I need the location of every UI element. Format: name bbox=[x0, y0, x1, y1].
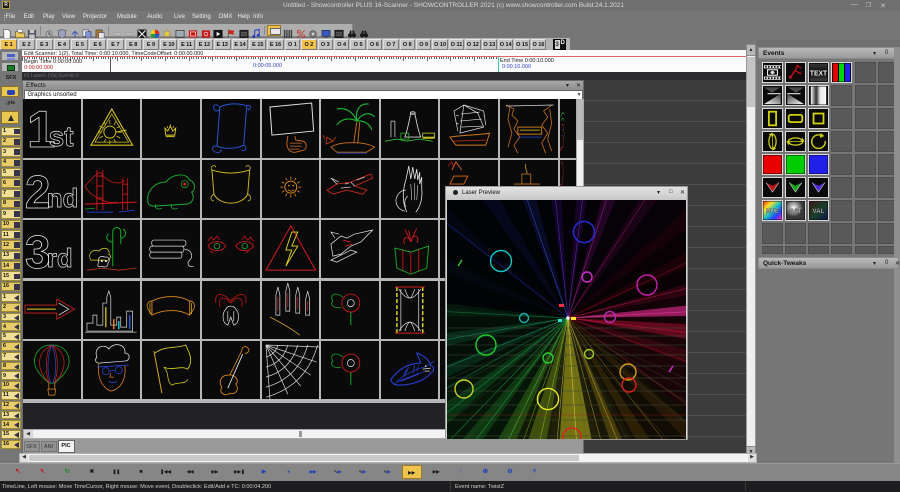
svg-text:TEXT: TEXT bbox=[810, 68, 828, 77]
svg-text:VAL: VAL bbox=[813, 208, 825, 215]
svg-text:st: st bbox=[49, 121, 74, 152]
svg-text:HUE: HUE bbox=[765, 208, 778, 215]
svg-text:rd: rd bbox=[47, 245, 73, 273]
svg-text:nd: nd bbox=[47, 185, 79, 213]
svg-text:SAT: SAT bbox=[789, 208, 801, 215]
